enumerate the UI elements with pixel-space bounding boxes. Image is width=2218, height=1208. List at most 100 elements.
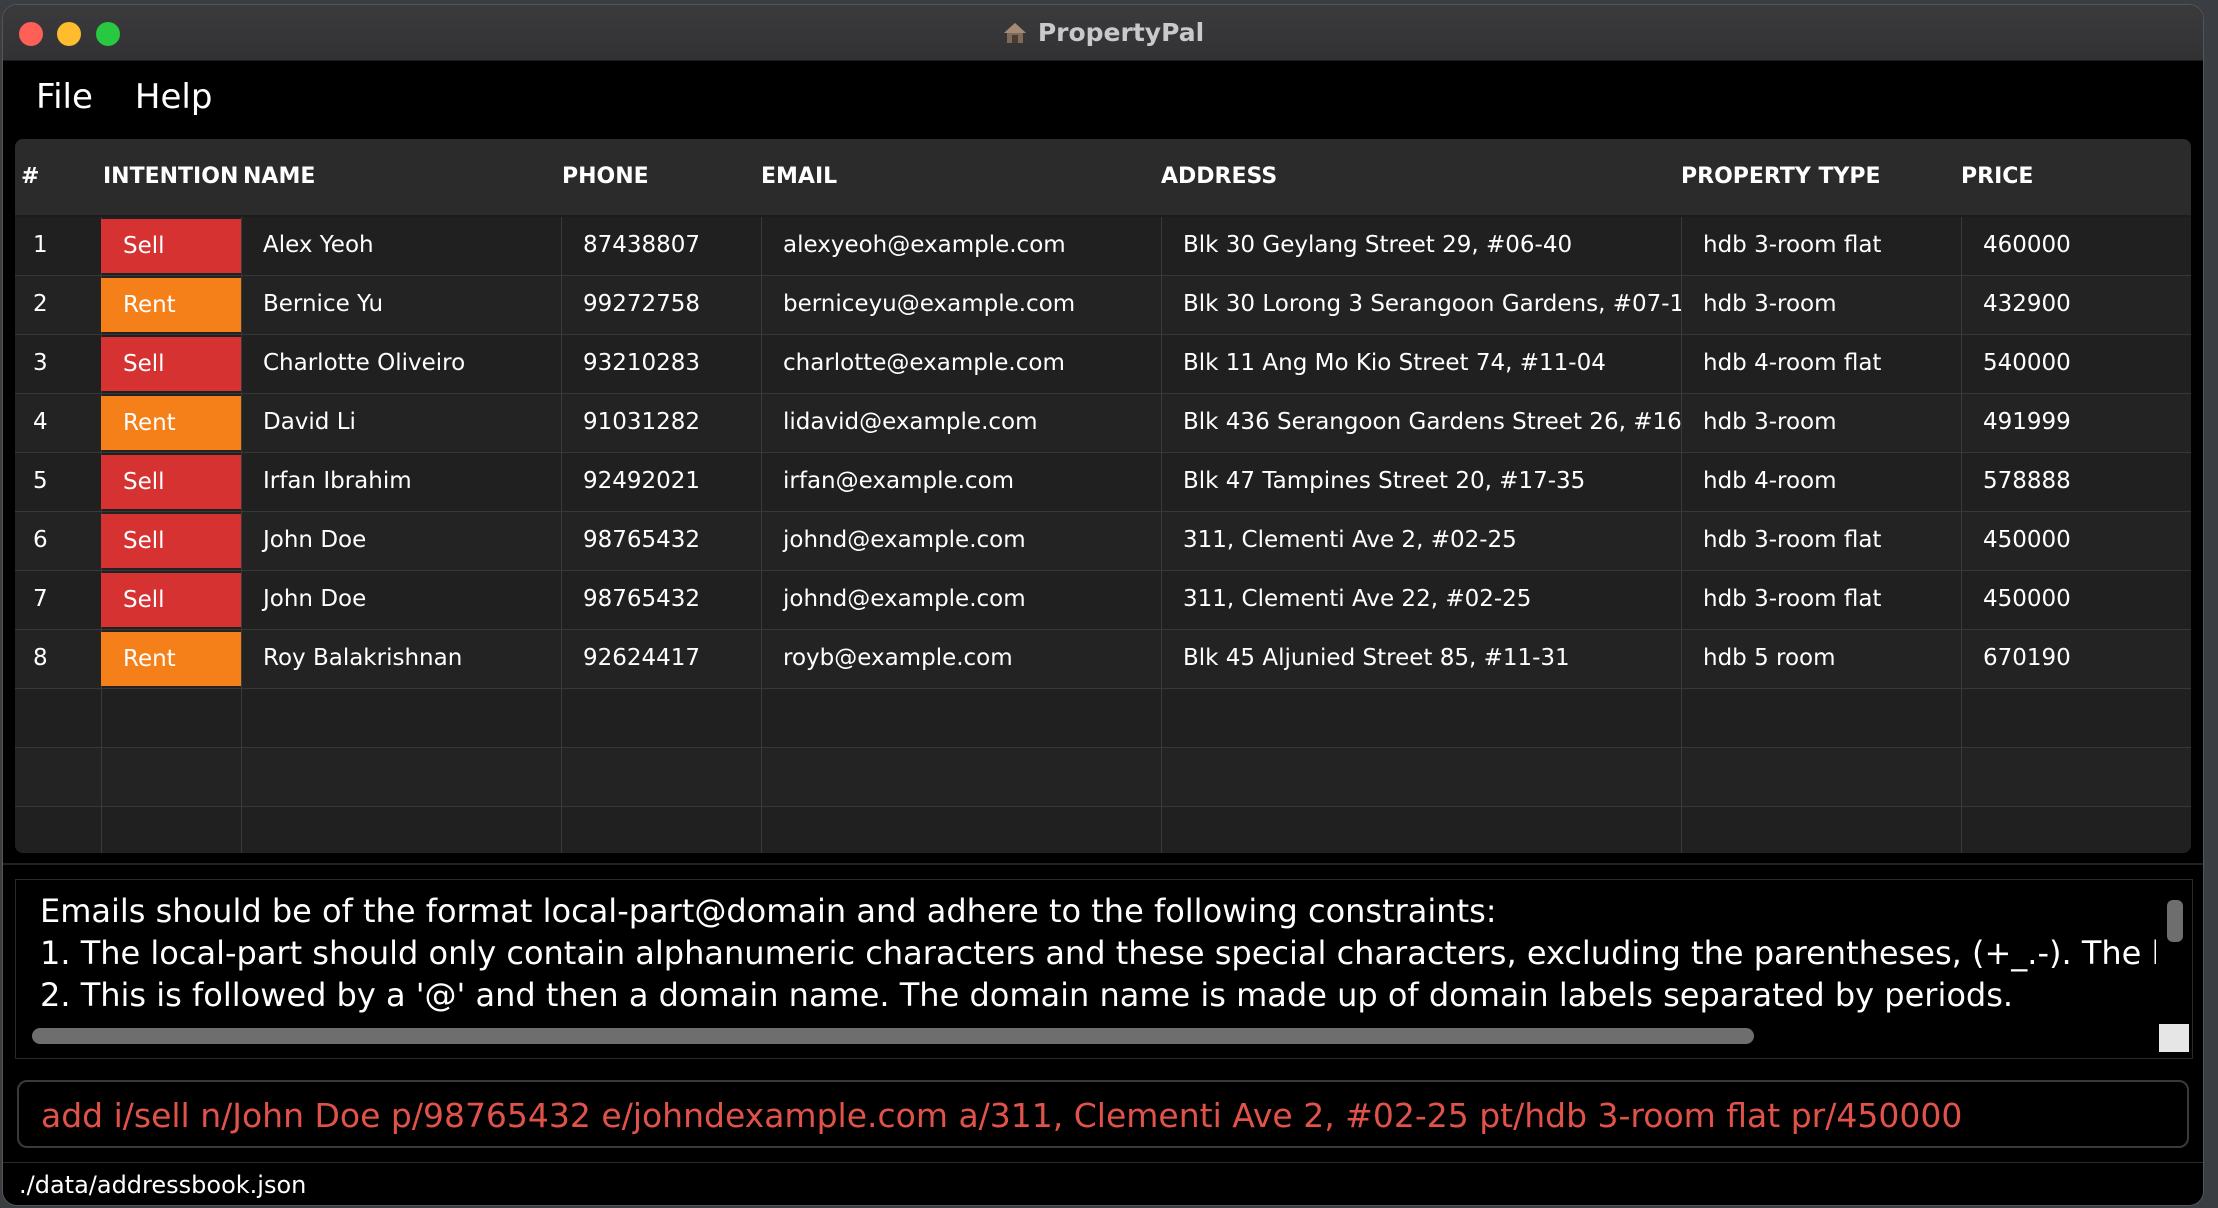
cell-email: johnd@example.com xyxy=(783,586,1026,612)
column-divider xyxy=(1681,748,1682,806)
cell-name: Irfan Ibrahim xyxy=(263,468,412,494)
result-text-area: Emails should be of the format local-par… xyxy=(16,880,2156,1030)
result-line: 2. This is followed by a '@' and then a … xyxy=(40,976,2014,1014)
column-header-email[interactable]: EMAIL xyxy=(761,139,837,215)
cell-property-type: hdb 4-room xyxy=(1703,468,1837,494)
empty-table-row xyxy=(15,689,2191,748)
intention-badge: Rent xyxy=(101,396,241,450)
column-divider xyxy=(761,689,762,747)
cell-phone: 92624417 xyxy=(583,645,701,671)
cell-email: charlotte@example.com xyxy=(783,350,1065,376)
command-input[interactable] xyxy=(39,1082,2163,1148)
cell-name: David Li xyxy=(263,409,356,435)
intention-badge: Rent xyxy=(101,278,241,332)
column-divider xyxy=(561,689,562,747)
cell-property-type: hdb 3-room xyxy=(1703,409,1837,435)
house-icon xyxy=(1003,22,1026,43)
property-table: # INTENTION NAME PHONE EMAIL ADDRESS PRO… xyxy=(15,139,2191,853)
cell-property-type: hdb 4-room flat xyxy=(1703,350,1882,376)
cell-address: Blk 30 Lorong 3 Serangoon Gardens, #07-1… xyxy=(1183,291,1681,317)
column-header-property-type[interactable]: PROPERTY TYPE xyxy=(1681,139,1881,215)
cell-address: Blk 47 Tampines Street 20, #17-35 xyxy=(1183,468,1586,494)
cell-email: johnd@example.com xyxy=(783,527,1026,553)
column-divider xyxy=(1681,689,1682,747)
column-divider xyxy=(1161,748,1162,806)
cell-property-type: hdb 3-room flat xyxy=(1703,232,1882,258)
menu-bar: File Help xyxy=(3,61,2203,133)
menu-help[interactable]: Help xyxy=(113,77,233,117)
column-header-address[interactable]: ADDRESS xyxy=(1161,139,1277,215)
column-divider xyxy=(241,689,242,747)
save-file-path: ./data/addressbook.json xyxy=(19,1171,307,1199)
column-divider xyxy=(561,748,562,806)
table-row[interactable]: 2 Rent Bernice Yu 99272758 berniceyu@example… xyxy=(15,276,2191,335)
cell-address: 311, Clementi Ave 22, #02-25 xyxy=(1183,586,1532,612)
intention-badge: Rent xyxy=(101,632,241,686)
cell-index: 1 xyxy=(33,232,48,258)
cell-price: 432900 xyxy=(1983,291,2071,317)
table-row[interactable]: 7 Sell John Doe 98765432 johnd@example.com 31… xyxy=(15,571,2191,630)
scroll-corner xyxy=(2159,1024,2189,1052)
cell-price: 491999 xyxy=(1983,409,2071,435)
column-divider xyxy=(241,807,242,853)
table-row[interactable]: 5 Sell Irfan Ibrahim 92492021 irfan@example.… xyxy=(15,453,2191,512)
cell-index: 8 xyxy=(33,645,48,671)
result-line: Emails should be of the format local-par… xyxy=(40,892,1497,930)
table-row[interactable]: 6 Sell John Doe 98765432 johnd@example.com 31… xyxy=(15,512,2191,571)
column-divider xyxy=(761,807,762,853)
cell-property-type: hdb 3-room xyxy=(1703,291,1837,317)
cell-address: Blk 30 Geylang Street 29, #06-40 xyxy=(1183,232,1573,258)
intention-badge: Sell xyxy=(101,455,241,509)
vertical-scrollbar[interactable] xyxy=(2167,900,2183,942)
table-row[interactable]: 8 Rent Roy Balakrishnan 92624417 royb@exampl… xyxy=(15,630,2191,689)
column-divider xyxy=(101,689,102,747)
column-header-phone[interactable]: PHONE xyxy=(562,139,649,215)
cell-phone: 99272758 xyxy=(583,291,701,317)
cell-name: Charlotte Oliveiro xyxy=(263,350,466,376)
cell-price: 670190 xyxy=(1983,645,2071,671)
column-header-price[interactable]: PRICE xyxy=(1961,139,2033,215)
empty-table-row xyxy=(15,748,2191,807)
table-body: 1 Sell Alex Yeoh 87438807 alexyeoh@example.c… xyxy=(15,217,2191,853)
title-bar: PropertyPal xyxy=(3,5,2203,61)
empty-table-row xyxy=(15,807,2191,853)
column-divider xyxy=(241,748,242,806)
cell-index: 5 xyxy=(33,468,48,494)
cell-email: alexyeoh@example.com xyxy=(783,232,1066,258)
cell-price: 450000 xyxy=(1983,527,2071,553)
intention-badge: Sell xyxy=(101,514,241,568)
table-row[interactable]: 3 Sell Charlotte Oliveiro 93210283 charlotte… xyxy=(15,335,2191,394)
cell-name: Alex Yeoh xyxy=(263,232,374,258)
column-divider xyxy=(1961,689,1962,747)
cell-property-type: hdb 5 room xyxy=(1703,645,1836,671)
intention-badge: Sell xyxy=(101,219,241,273)
result-display: Emails should be of the format local-par… xyxy=(15,879,2193,1059)
table-row[interactable]: 1 Sell Alex Yeoh 87438807 alexyeoh@example.c… xyxy=(15,217,2191,276)
column-divider xyxy=(561,807,562,853)
column-header-name[interactable]: NAME xyxy=(243,139,315,215)
cell-name: Roy Balakrishnan xyxy=(263,645,463,671)
cell-phone: 93210283 xyxy=(583,350,701,376)
cell-price: 450000 xyxy=(1983,586,2071,612)
horizontal-scrollbar[interactable] xyxy=(32,1028,1754,1044)
cell-property-type: hdb 3-room flat xyxy=(1703,527,1882,553)
cell-price: 460000 xyxy=(1983,232,2071,258)
table-header: # INTENTION NAME PHONE EMAIL ADDRESS PRO… xyxy=(15,139,2191,217)
column-divider xyxy=(1961,807,1962,853)
column-header-intention[interactable]: INTENTION xyxy=(103,139,238,215)
result-line: 1. The local-part should only contain al… xyxy=(40,934,2156,972)
menu-file[interactable]: File xyxy=(3,77,111,117)
cell-name: John Doe xyxy=(263,586,367,612)
column-divider xyxy=(1681,807,1682,853)
cell-name: Bernice Yu xyxy=(263,291,384,317)
table-row[interactable]: 4 Rent David Li 91031282 lidavid@example.com… xyxy=(15,394,2191,453)
cell-phone: 98765432 xyxy=(583,527,701,553)
column-divider xyxy=(761,748,762,806)
status-bar: ./data/addressbook.json xyxy=(3,1162,2203,1205)
cell-name: John Doe xyxy=(263,527,367,553)
cell-index: 7 xyxy=(33,586,48,612)
cell-property-type: hdb 3-room flat xyxy=(1703,586,1882,612)
intention-badge: Sell xyxy=(101,337,241,391)
cell-phone: 91031282 xyxy=(583,409,701,435)
column-header-index[interactable]: # xyxy=(21,139,39,215)
